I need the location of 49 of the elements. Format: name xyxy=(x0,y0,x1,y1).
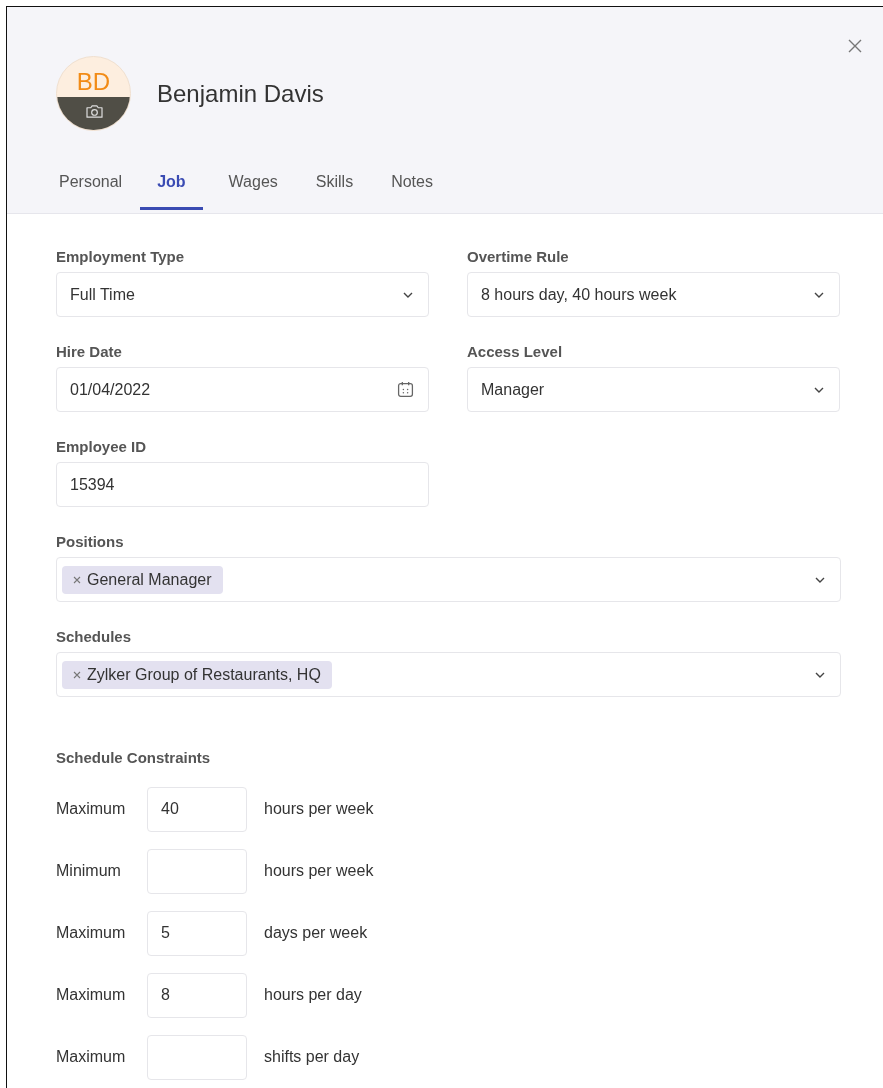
remove-icon[interactable] xyxy=(73,575,81,584)
tab[interactable]: Personal xyxy=(56,159,135,210)
select-field[interactable]: Full Time xyxy=(56,272,429,317)
chevron-down-icon xyxy=(814,670,826,679)
field-label: Access Level xyxy=(467,343,564,360)
tab[interactable]: Skills xyxy=(303,159,366,210)
unit-label: shifts per day xyxy=(264,1048,360,1066)
select-field[interactable]: Manager xyxy=(467,367,840,412)
multi-select-field[interactable]: General Manager xyxy=(56,557,841,602)
field-label: Hire Date xyxy=(56,343,123,360)
employee-name: Benjamin Davis xyxy=(157,79,324,108)
camera-icon[interactable] xyxy=(85,104,104,119)
input-field[interactable]: 15394 xyxy=(56,462,429,507)
number-field[interactable]: 40 xyxy=(147,786,247,832)
unit-label: days per week xyxy=(264,924,368,942)
tag-label: General Manager xyxy=(87,570,212,589)
number-field[interactable] xyxy=(147,848,247,894)
number-field[interactable] xyxy=(147,1034,247,1080)
field-label: Positions xyxy=(56,533,125,550)
constraint-label: Maximum xyxy=(56,1048,127,1066)
constraint-label: Maximum xyxy=(56,800,127,818)
field-label: Schedules xyxy=(56,628,133,645)
number-field[interactable]: 8 xyxy=(147,972,247,1018)
section-title: Schedule Constraints xyxy=(56,749,212,766)
tab[interactable]: Wages xyxy=(216,159,290,210)
constraint-label: Maximum xyxy=(56,924,127,942)
field-label: Employment Type xyxy=(56,248,186,265)
unit-label: hours per week xyxy=(264,862,374,880)
select-field[interactable]: 8 hours day, 40 hours week xyxy=(467,272,840,317)
chevron-down-icon xyxy=(402,290,414,299)
unit-label: hours per day xyxy=(264,986,362,1004)
chevron-down-icon xyxy=(814,575,826,584)
field-label: Overtime Rule xyxy=(467,248,570,265)
chevron-down-icon xyxy=(813,290,825,299)
tab[interactable]: Notes xyxy=(379,159,445,210)
field-label: Employee ID xyxy=(56,438,148,455)
close-icon[interactable] xyxy=(847,38,863,54)
number-field[interactable]: 5 xyxy=(147,910,247,956)
multi-select-field[interactable]: Zylker Group of Restaurants, HQ xyxy=(56,652,841,697)
tag-label: Zylker Group of Restaurants, HQ xyxy=(87,665,321,684)
date-field[interactable]: 01/04/2022 xyxy=(56,367,429,412)
constraint-label: Minimum xyxy=(56,862,122,880)
avatar-initials: BD xyxy=(76,69,111,95)
constraint-label: Maximum xyxy=(56,986,127,1004)
calendar-icon[interactable] xyxy=(397,381,414,398)
tab[interactable]: Job xyxy=(140,159,203,210)
unit-label: hours per week xyxy=(264,800,374,818)
remove-icon[interactable] xyxy=(73,670,81,679)
chevron-down-icon xyxy=(813,385,825,394)
